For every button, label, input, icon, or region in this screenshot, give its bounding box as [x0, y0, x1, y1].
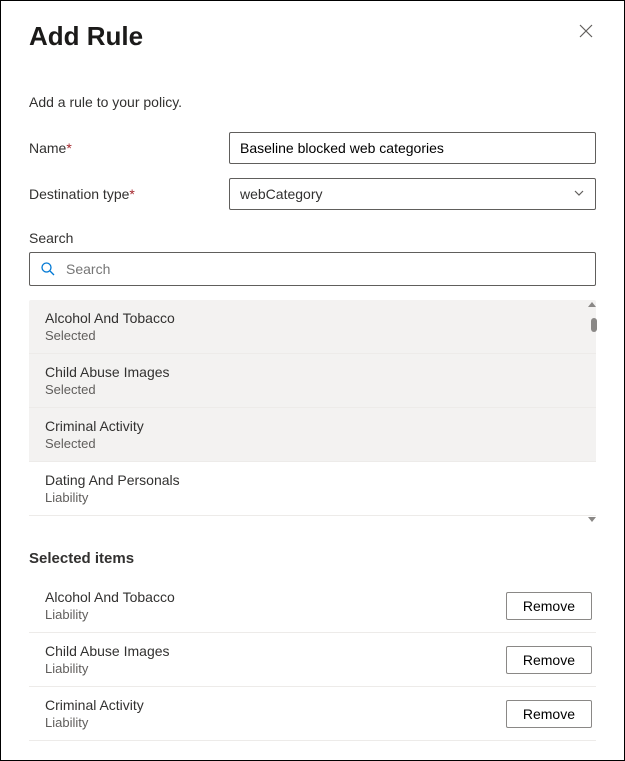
results-container: Alcohol And Tobacco Selected Child Abuse…	[29, 300, 596, 524]
panel-title: Add Rule	[29, 21, 143, 52]
search-input[interactable]	[66, 261, 585, 277]
remove-button[interactable]: Remove	[506, 646, 592, 674]
selected-items-heading: Selected items	[29, 550, 596, 567]
close-button[interactable]	[576, 21, 596, 41]
result-item[interactable]: Criminal Activity Selected	[29, 408, 596, 462]
required-marker: *	[129, 186, 134, 202]
result-name: Dating And Personals	[45, 472, 580, 488]
result-sub: Liability	[45, 490, 580, 505]
selected-item-text: Child Abuse Images Liability	[45, 643, 170, 676]
selected-item-text: Alcohol And Tobacco Liability	[45, 589, 175, 622]
selected-item: Criminal Activity Liability Remove	[29, 687, 596, 741]
results-list[interactable]: Alcohol And Tobacco Selected Child Abuse…	[29, 300, 596, 524]
form-row-destination: Destination type* webCategory	[29, 178, 596, 210]
panel-header: Add Rule	[29, 21, 596, 52]
search-label: Search	[29, 230, 596, 246]
result-sub: Selected	[45, 328, 580, 343]
name-input[interactable]	[229, 132, 596, 164]
search-box[interactable]	[29, 252, 596, 286]
remove-button[interactable]: Remove	[506, 592, 592, 620]
panel-subtitle: Add a rule to your policy.	[29, 94, 596, 110]
result-name: Child Abuse Images	[45, 364, 580, 380]
name-label-text: Name	[29, 140, 66, 156]
destination-label-text: Destination type	[29, 186, 129, 202]
chevron-down-icon	[573, 186, 585, 202]
result-sub: Selected	[45, 382, 580, 397]
selected-item: Alcohol And Tobacco Liability Remove	[29, 579, 596, 633]
scrollbar-thumb[interactable]	[591, 318, 597, 332]
remove-button[interactable]: Remove	[506, 700, 592, 728]
selected-item-name: Child Abuse Images	[45, 643, 170, 659]
close-icon	[578, 23, 594, 39]
selected-item: Child Abuse Images Liability Remove	[29, 633, 596, 687]
scroll-down-icon	[587, 514, 597, 524]
result-name: Alcohol And Tobacco	[45, 310, 580, 326]
selected-item-sub: Liability	[45, 607, 175, 622]
result-item[interactable]: Child Abuse Images Selected	[29, 354, 596, 408]
destination-select-value: webCategory	[240, 186, 323, 202]
selected-item-name: Criminal Activity	[45, 697, 144, 713]
destination-label: Destination type*	[29, 186, 229, 202]
scroll-up-icon	[587, 300, 597, 310]
result-name: Criminal Activity	[45, 418, 580, 434]
selected-item-sub: Liability	[45, 661, 170, 676]
result-item[interactable]: Dating And Personals Liability	[29, 462, 596, 516]
selected-item-text: Criminal Activity Liability	[45, 697, 144, 730]
result-sub: Selected	[45, 436, 580, 451]
scrollbar[interactable]	[586, 300, 598, 524]
selected-item-sub: Liability	[45, 715, 144, 730]
name-label: Name*	[29, 140, 229, 156]
required-marker: *	[66, 140, 71, 156]
search-icon	[40, 261, 56, 277]
selected-item-name: Alcohol And Tobacco	[45, 589, 175, 605]
add-rule-panel: Add Rule Add a rule to your policy. Name…	[0, 0, 625, 761]
form-row-name: Name*	[29, 132, 596, 164]
result-item[interactable]: Alcohol And Tobacco Selected	[29, 300, 596, 354]
destination-select[interactable]: webCategory	[229, 178, 596, 210]
